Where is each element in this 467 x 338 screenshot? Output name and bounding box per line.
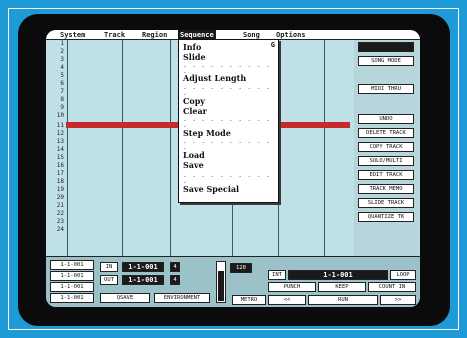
track-memo-button[interactable]: TRACK MEMO bbox=[358, 184, 414, 194]
bar-line bbox=[122, 40, 123, 256]
song-position-display[interactable]: 1-1-001 bbox=[288, 270, 388, 280]
loop-button[interactable]: LOOP bbox=[390, 270, 416, 280]
locator-field[interactable]: 1-1-001 bbox=[50, 293, 94, 303]
bar-line bbox=[170, 40, 171, 256]
track-number: 15 bbox=[56, 154, 64, 161]
edit-track-button[interactable]: EDIT TRACK bbox=[358, 170, 414, 180]
delete-track-button[interactable]: DELETE TRACK bbox=[358, 128, 414, 138]
track-number: 23 bbox=[56, 218, 64, 225]
sync-mode-label[interactable]: INT bbox=[268, 270, 286, 280]
track-number: 4 bbox=[60, 64, 64, 71]
menu-item-clear[interactable]: Clear bbox=[183, 106, 207, 116]
menu-item-adjust-length[interactable]: Adjust Length bbox=[183, 73, 246, 83]
panel-header bbox=[358, 42, 414, 52]
level-meter-fill bbox=[218, 271, 224, 301]
midi-thru-button[interactable]: MIDI THRU bbox=[358, 84, 414, 94]
track-number: 9 bbox=[60, 104, 64, 111]
run-button[interactable]: RUN bbox=[308, 295, 378, 305]
track-function-panel: SONG MODE MIDI THRU UNDO DELETE TRACK CO… bbox=[354, 40, 420, 256]
menu-item-info[interactable]: Info bbox=[183, 42, 201, 52]
track-number: 5 bbox=[60, 72, 64, 79]
menu-system[interactable]: System bbox=[60, 30, 85, 40]
track-number: 13 bbox=[56, 138, 64, 145]
undo-button[interactable]: UNDO bbox=[358, 114, 414, 124]
menu-item-slide[interactable]: Slide bbox=[183, 52, 206, 62]
track-number: 21 bbox=[56, 202, 64, 209]
solo-multi-button[interactable]: SOLO/MULTI bbox=[358, 156, 414, 166]
track-number: 6 bbox=[60, 80, 64, 87]
menu-item-save-special[interactable]: Save Special bbox=[183, 184, 239, 194]
in-point-field[interactable]: 1-1-001 bbox=[122, 262, 164, 272]
out-point-field[interactable]: 1-1-001 bbox=[122, 275, 164, 285]
menu-track[interactable]: Track bbox=[104, 30, 125, 40]
locator-field[interactable]: 1-1-001 bbox=[50, 260, 94, 270]
in-label: IN bbox=[100, 262, 118, 272]
track-number: 20 bbox=[56, 194, 64, 201]
slide-track-button[interactable]: SLIDE TRACK bbox=[358, 198, 414, 208]
monitor-screen: System Track Region Sequence Song Option… bbox=[46, 30, 420, 307]
song-mode-button[interactable]: SONG MODE bbox=[358, 56, 414, 66]
menu-item-save[interactable]: Save bbox=[183, 160, 204, 170]
environment-button[interactable]: ENVIRONMENT bbox=[154, 293, 210, 303]
track-number: 16 bbox=[56, 162, 64, 169]
track-number: 11 bbox=[56, 122, 64, 129]
track-number: 22 bbox=[56, 210, 64, 217]
photo-frame: System Track Region Sequence Song Option… bbox=[0, 0, 467, 338]
track-number: 7 bbox=[60, 88, 64, 95]
track-number: 1 bbox=[60, 40, 64, 47]
track-number: 17 bbox=[56, 170, 64, 177]
metronome-button[interactable]: METRO bbox=[232, 295, 266, 305]
out-label: OUT bbox=[100, 275, 118, 285]
menu-region[interactable]: Region bbox=[142, 30, 167, 40]
punch-button[interactable]: PUNCH bbox=[268, 282, 316, 292]
rewind-button[interactable]: << bbox=[268, 295, 306, 305]
track-number: 12 bbox=[56, 130, 64, 137]
time-signature-top[interactable]: 4 bbox=[170, 262, 180, 272]
track-number: 2 bbox=[60, 48, 64, 55]
dropdown-badge: G bbox=[270, 41, 275, 49]
keep-button[interactable]: KEEP bbox=[318, 282, 366, 292]
quantize-track-button[interactable]: QUANTIZE TK bbox=[358, 212, 414, 222]
menu-item-step-mode[interactable]: Step Mode bbox=[183, 128, 231, 138]
track-number: 19 bbox=[56, 186, 64, 193]
count-in-button[interactable]: COUNT IN bbox=[368, 282, 416, 292]
fast-forward-button[interactable]: >> bbox=[380, 295, 416, 305]
bar-line bbox=[324, 40, 325, 256]
track-number: 14 bbox=[56, 146, 64, 153]
quick-save-button[interactable]: QSAVE bbox=[100, 293, 150, 303]
time-signature-bottom[interactable]: 4 bbox=[170, 275, 180, 285]
menu-item-load[interactable]: Load bbox=[183, 150, 205, 160]
track-number: 18 bbox=[56, 178, 64, 185]
track-number: 3 bbox=[60, 56, 64, 63]
sequence-dropdown-menu: G Info Slide - - - - - - - - - - - Adjus… bbox=[178, 39, 279, 203]
locator-field[interactable]: 1-1-001 bbox=[50, 282, 94, 292]
track-number-column: 1 2 3 4 5 6 7 8 9 10 11 12 13 14 15 16 1… bbox=[46, 40, 68, 256]
menu-options[interactable]: Options bbox=[276, 30, 306, 40]
transport-bar: 1-1-001 1-1-001 1-1-001 1-1-001 IN 1-1-0… bbox=[46, 256, 420, 307]
copy-track-button[interactable]: COPY TRACK bbox=[358, 142, 414, 152]
level-meter bbox=[216, 261, 226, 303]
track-number: 8 bbox=[60, 96, 64, 103]
locator-field[interactable]: 1-1-001 bbox=[50, 271, 94, 281]
track-number: 10 bbox=[56, 112, 64, 119]
menu-item-copy[interactable]: Copy bbox=[183, 96, 205, 106]
track-number: 24 bbox=[56, 226, 64, 233]
tempo-display[interactable]: 120 bbox=[230, 263, 252, 273]
